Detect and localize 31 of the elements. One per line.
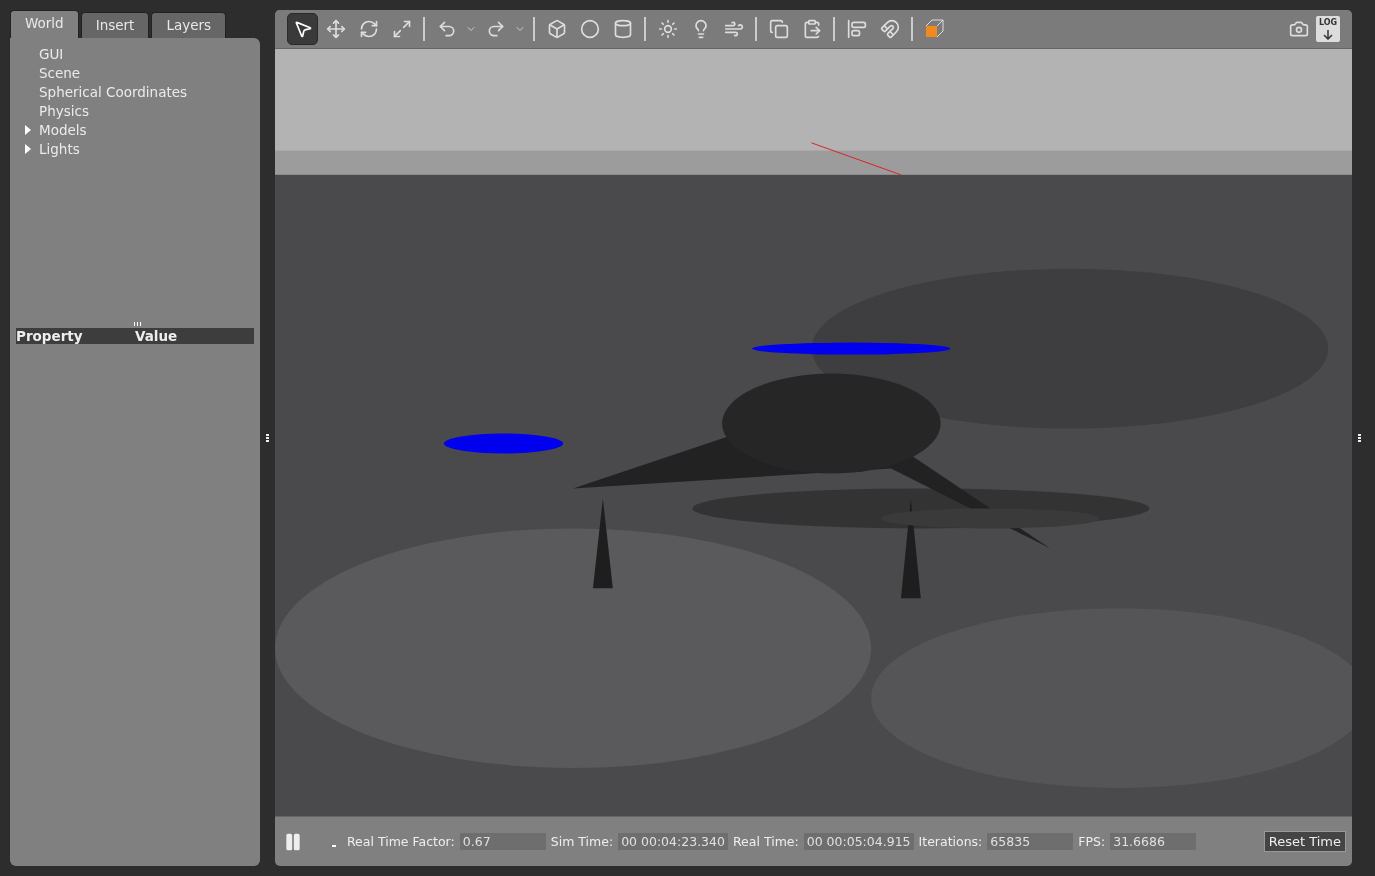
panel-tab[interactable]: World [10,10,79,38]
field-label: Sim Time: [550,834,614,849]
readout-field: 00 00:04:23.340 [618,833,728,850]
tree-item[interactable]: Spherical Coordinates [39,83,188,100]
panel-tab[interactable]: Insert [80,12,150,38]
tree-item[interactable]: Physics [39,102,89,119]
tree-item[interactable]: Models [39,121,87,138]
field-label: FPS: [1078,834,1106,849]
readout-field: 00 00:05:04.915 [803,833,914,850]
readout-field: 65835 [987,833,1074,850]
tree-item[interactable]: Scene [39,64,81,81]
splitter-grip-icon[interactable] [266,433,269,443]
splitter-grip-icon[interactable] [1358,433,1361,443]
pause-icon[interactable] [283,831,303,852]
field-label: Real Time: [733,834,799,849]
readout-field: 0.67 [459,833,546,850]
expand-arrow-icon[interactable] [23,124,32,135]
download-arrow-icon [1323,30,1333,40]
column-header: Property [16,328,84,344]
column-header: Value [135,328,179,344]
splitter-handle-icon[interactable] [133,322,141,326]
panel-tab[interactable]: Layers [151,12,227,38]
log-download-button[interactable]: LOG [1316,16,1340,42]
tree-item[interactable]: GUI [39,45,64,62]
readout-field: 31.6686 [1110,833,1197,850]
pointer-icon[interactable] [287,13,318,45]
tree-item[interactable]: Lights [39,140,80,157]
field-label: Iterations: [918,834,983,849]
expand-arrow-icon[interactable] [23,143,32,154]
field-label: Real Time Factor: [347,834,455,849]
reset-time-button[interactable]: Reset Time [1263,831,1346,852]
